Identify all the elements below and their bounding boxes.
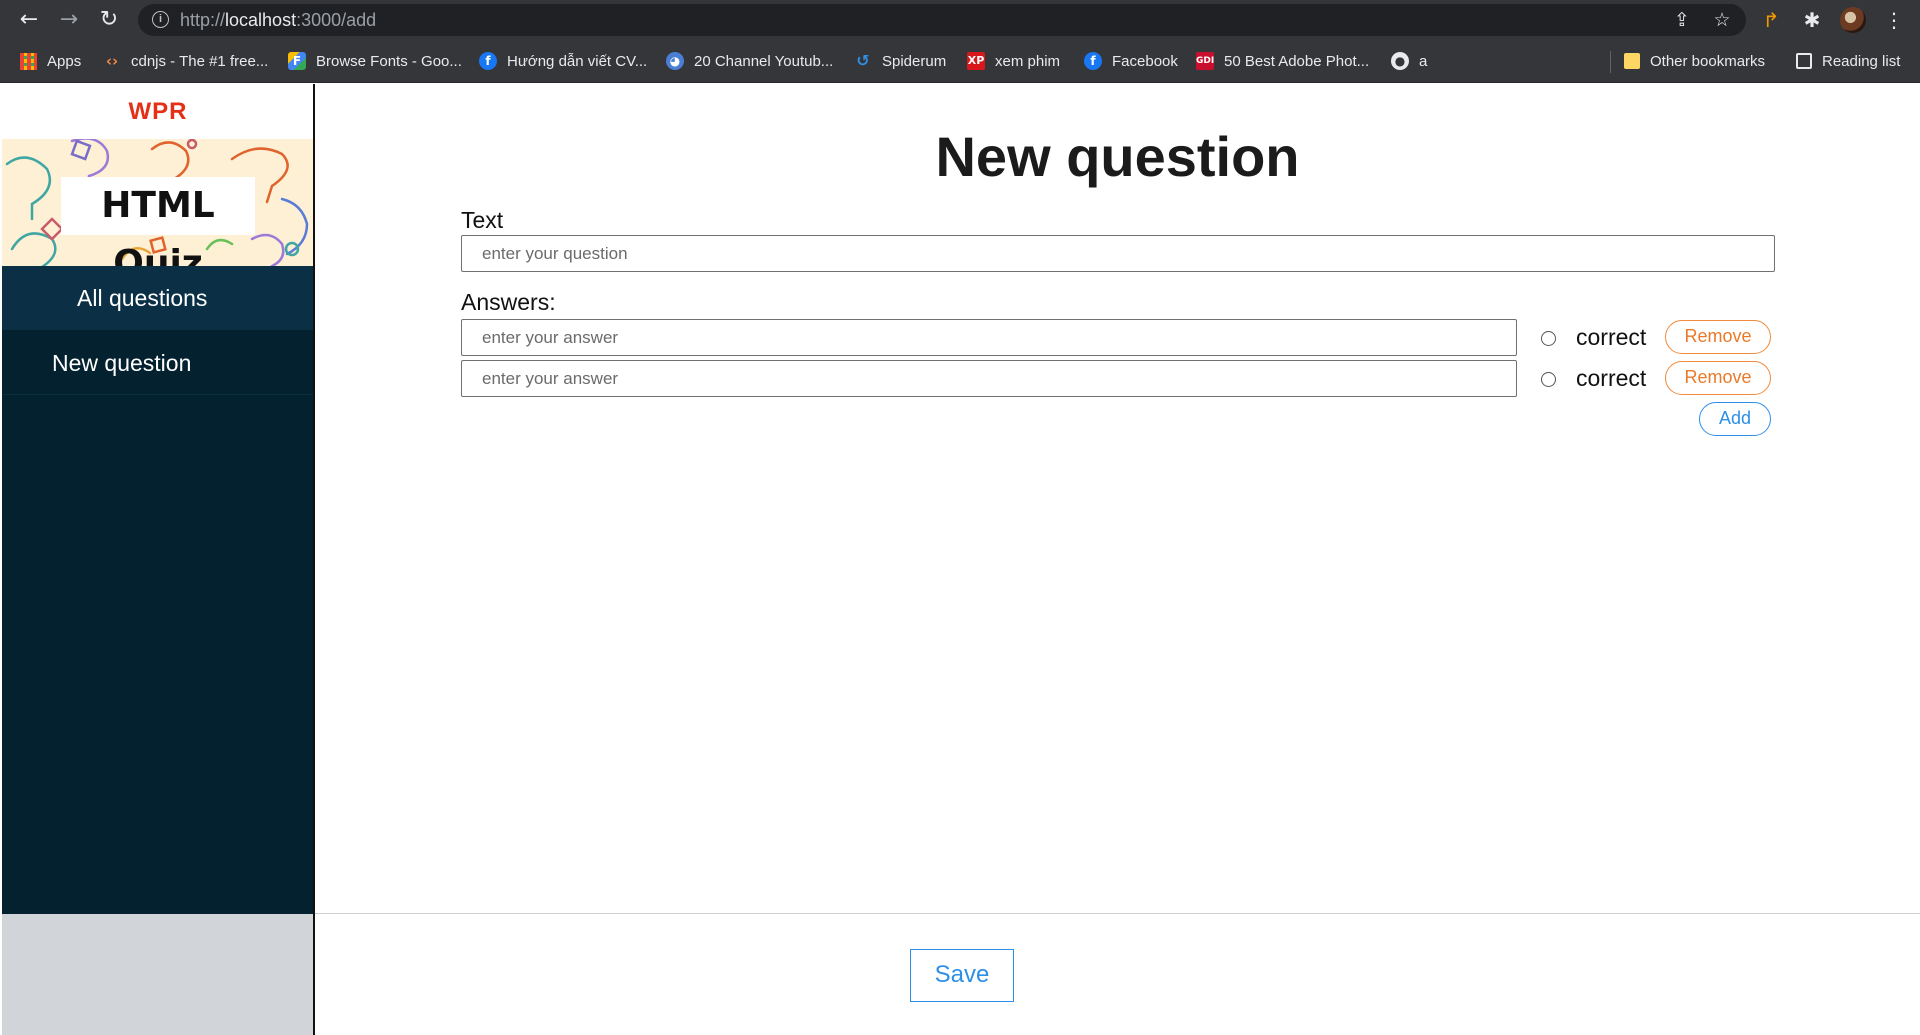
text-label: Text bbox=[461, 207, 504, 233]
bookmark-apps[interactable]: Apps bbox=[20, 40, 81, 82]
spiderum-icon: ↺ bbox=[856, 51, 870, 70]
question-text-input[interactable] bbox=[461, 235, 1775, 272]
browser-toolbar: ← → ↻ i http://localhost:3000/add ⇪ ☆ ↱ … bbox=[0, 0, 1920, 40]
site-info-icon[interactable]: i bbox=[152, 11, 169, 28]
apps-grid-icon bbox=[20, 52, 37, 70]
bookmark-cdnjs[interactable]: ‹› cdnjs - The #1 free... bbox=[103, 40, 268, 82]
hero-title: HTML Quiz bbox=[61, 177, 255, 266]
profile-avatar[interactable] bbox=[1840, 7, 1866, 33]
remove-answer-button[interactable]: Remove bbox=[1665, 320, 1771, 354]
correct-radio[interactable] bbox=[1541, 331, 1556, 346]
bookmark-facebook[interactable]: f Facebook bbox=[1084, 40, 1178, 82]
bookmark-adobe-photoshop[interactable]: GDI 50 Best Adobe Phot... bbox=[1196, 40, 1369, 82]
answers-label: Answers: bbox=[461, 289, 556, 315]
reading-list-icon bbox=[1796, 53, 1812, 69]
bookmarks-divider bbox=[1610, 51, 1611, 73]
correct-radio[interactable] bbox=[1541, 372, 1556, 387]
ghost-icon: ◕ bbox=[666, 52, 684, 70]
reload-icon[interactable]: ↻ bbox=[93, 4, 125, 36]
folder-icon bbox=[1624, 53, 1640, 69]
back-icon[interactable]: ← bbox=[13, 4, 45, 36]
url-text[interactable]: http://localhost:3000/add bbox=[180, 10, 376, 31]
bookmark-google-fonts[interactable]: F Browse Fonts - Goo... bbox=[288, 40, 462, 82]
sidebar: WPR HTML Quiz All questions New question bbox=[2, 84, 314, 914]
remove-answer-button[interactable]: Remove bbox=[1665, 361, 1771, 395]
puzzle-extensions-icon[interactable]: ✱ bbox=[1798, 6, 1826, 34]
facebook-icon: f bbox=[1084, 52, 1102, 70]
bookmark-huong-dan-cv[interactable]: f Hướng dẫn viết CV... bbox=[479, 40, 647, 82]
main-content: New question Text Answers: correct Remov… bbox=[315, 84, 1920, 914]
bookmark-a[interactable]: ● a bbox=[1391, 40, 1427, 82]
menu-kebab-icon[interactable]: ⋮ bbox=[1880, 6, 1908, 34]
sidebar-item-all-questions[interactable]: All questions bbox=[2, 266, 314, 330]
form-footer: Save bbox=[315, 913, 1920, 1035]
sidebar-hero: HTML Quiz bbox=[2, 139, 314, 266]
reading-list[interactable]: Reading list bbox=[1796, 40, 1900, 82]
share-icon[interactable]: ⇪ bbox=[1670, 8, 1694, 32]
answer-input[interactable] bbox=[461, 360, 1517, 397]
sidebar-item-new-question[interactable]: New question bbox=[2, 331, 314, 395]
star-icon[interactable]: ☆ bbox=[1710, 8, 1734, 32]
other-bookmarks[interactable]: Other bookmarks bbox=[1624, 40, 1765, 82]
facebook-icon: f bbox=[479, 52, 497, 70]
page-title: New question bbox=[935, 125, 1300, 188]
correct-label: correct bbox=[1576, 324, 1647, 350]
add-answer-button[interactable]: Add bbox=[1699, 402, 1771, 436]
globe-icon: ● bbox=[1391, 52, 1409, 70]
correct-label: correct bbox=[1576, 365, 1647, 391]
bookmark-youtube-channel[interactable]: ◕ 20 Channel Youtub... bbox=[666, 40, 833, 82]
address-bar[interactable]: i http://localhost:3000/add ⇪ ☆ bbox=[138, 4, 1746, 36]
save-button[interactable]: Save bbox=[910, 949, 1014, 1002]
bookmarks-bar: Apps ‹› cdnjs - The #1 free... F Browse … bbox=[0, 40, 1920, 83]
brand-logo[interactable]: WPR bbox=[2, 84, 314, 139]
gdi-icon: GDI bbox=[1196, 52, 1214, 70]
xp-icon: XP bbox=[967, 52, 985, 70]
answer-input[interactable] bbox=[461, 319, 1517, 356]
bookmark-spiderum[interactable]: ↺ Spiderum bbox=[854, 40, 946, 82]
extension-arrow-icon[interactable]: ↱ bbox=[1757, 6, 1785, 34]
sidebar-item-label: New question bbox=[52, 350, 192, 376]
code-icon: ‹› bbox=[105, 52, 119, 70]
sidebar-footer bbox=[2, 914, 314, 1035]
google-fonts-icon: F bbox=[288, 52, 306, 70]
bookmark-xem-phim[interactable]: XP xem phim bbox=[967, 40, 1060, 82]
sidebar-item-label: All questions bbox=[77, 285, 208, 311]
forward-icon[interactable]: → bbox=[53, 4, 85, 36]
